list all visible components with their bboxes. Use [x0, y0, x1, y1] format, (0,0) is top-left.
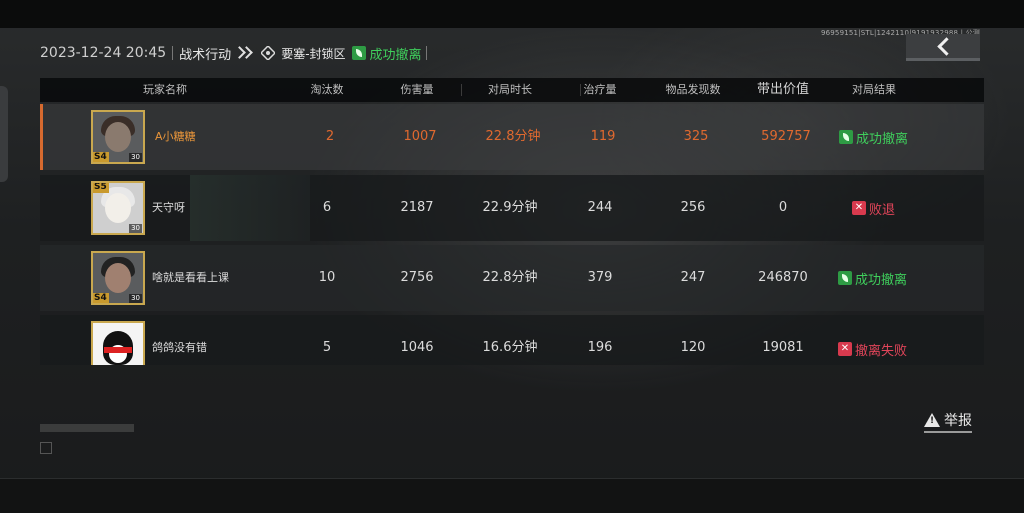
- duration-value: 16.6分钟: [482, 340, 538, 355]
- player-avatar[interactable]: [91, 321, 145, 365]
- col-kills: 淘汰数: [310, 83, 344, 96]
- match-mode: 战术行动: [179, 47, 232, 63]
- result-label: 成功撤离: [856, 131, 909, 147]
- kills-value: 10: [318, 270, 336, 285]
- arrow-left-icon: [936, 36, 956, 56]
- items-found-value: 256: [680, 200, 706, 215]
- kills-value: 6: [322, 200, 332, 215]
- duration-value: 22.9分钟: [482, 200, 538, 215]
- carry-value: 592757: [761, 129, 811, 144]
- player-name: 啥就是看看上课: [152, 271, 229, 284]
- warning-icon: !: [924, 413, 940, 427]
- divider: [425, 46, 427, 60]
- result-badge: ✕ 败退: [852, 199, 896, 218]
- report-label: 举报: [944, 413, 972, 429]
- carry-value: 0: [778, 200, 788, 215]
- col-result: 对局结果: [852, 83, 896, 96]
- level-badge: 30: [129, 153, 142, 162]
- level-badge: 30: [129, 294, 142, 303]
- player-avatar[interactable]: S4 30: [91, 110, 145, 164]
- damage-value: 2756: [400, 270, 434, 285]
- carry-value: 246870: [758, 270, 808, 285]
- level-badge: 30: [129, 224, 142, 233]
- items-found-value: 247: [680, 270, 706, 285]
- col-items-found: 物品发现数: [665, 83, 721, 96]
- duration-value: 22.8分钟: [485, 129, 541, 144]
- healing-value: 196: [587, 340, 613, 355]
- healing-value: 119: [590, 129, 616, 144]
- player-name: 天守呀: [152, 201, 185, 214]
- match-outcome-label: 成功撤离: [369, 47, 422, 63]
- player-name: A小糖糖: [155, 130, 196, 143]
- rank-badge: S4: [93, 293, 109, 303]
- items-found-value: 325: [683, 129, 709, 144]
- faint-checkbox: [40, 442, 52, 454]
- kills-value: 2: [325, 129, 335, 144]
- fail-icon: ✕: [838, 342, 852, 356]
- divider: [461, 84, 462, 96]
- match-header: 2023-12-24 20:45 战术行动 要塞-封锁区 成功撤离: [40, 40, 433, 66]
- col-carry-value: 带出价值: [756, 82, 809, 97]
- bottom-band: [0, 478, 1024, 513]
- damage-value: 1007: [403, 129, 437, 144]
- extract-icon: [351, 46, 366, 60]
- table-header: 玩家名称 淘汰数 伤害量 对局时长 治疗量 物品发现数 带出价值 对局结果: [40, 78, 984, 102]
- report-button[interactable]: ! 举报: [924, 410, 972, 433]
- player-avatar[interactable]: S4 30: [91, 251, 145, 305]
- top-band: [0, 0, 1024, 28]
- col-player-name: 玩家名称: [143, 83, 187, 96]
- carry-value: 19081: [762, 340, 804, 355]
- map-name: 要塞-封锁区: [281, 46, 346, 61]
- player-row[interactable]: 鸽鸽没有错 5 1046 16.6分钟 196 120 19081 ✕ 撤离失败: [40, 315, 984, 365]
- player-name: 鸽鸽没有错: [152, 341, 207, 354]
- season-banner-deco: [190, 175, 310, 241]
- result-badge: 成功撤离: [838, 269, 908, 288]
- rank-badge: S4: [93, 152, 109, 162]
- player-avatar[interactable]: S5 30: [91, 181, 145, 235]
- back-button[interactable]: [906, 34, 980, 61]
- result-label: 成功撤离: [855, 272, 908, 288]
- result-label: 撤离失败: [855, 343, 908, 359]
- healing-value: 244: [587, 200, 613, 215]
- result-label: 败退: [869, 202, 896, 218]
- player-row[interactable]: S4 30 啥就是看看上课 10 2756 22.8分钟 379 247 246…: [40, 245, 984, 311]
- match-datetime: 2023-12-24 20:45: [40, 45, 167, 61]
- faint-bar-deco: [40, 424, 134, 432]
- fail-icon: ✕: [852, 201, 866, 215]
- extract-icon: [839, 130, 853, 144]
- divider: [172, 46, 174, 60]
- player-row[interactable]: S4 30 A小糖糖 2 1007 22.8分钟 119 325 592757 …: [40, 104, 984, 170]
- rank-badge: S5: [93, 182, 109, 193]
- items-found-value: 120: [680, 340, 706, 355]
- col-healing: 治疗量: [583, 83, 617, 96]
- duration-value: 22.8分钟: [482, 270, 538, 285]
- extract-icon: [838, 271, 852, 285]
- double-chevron-icon: [231, 45, 254, 61]
- map-diamond-icon: [261, 46, 276, 60]
- result-badge: ✕ 撤离失败: [838, 340, 908, 359]
- match-outcome-badge: 成功撤离: [351, 44, 433, 63]
- col-duration: 对局时长: [488, 83, 532, 96]
- side-drawer-handle[interactable]: [0, 86, 8, 182]
- kills-value: 5: [322, 340, 332, 355]
- damage-value: 2187: [400, 200, 434, 215]
- result-badge: 成功撤离: [839, 128, 909, 147]
- damage-value: 1046: [400, 340, 434, 355]
- healing-value: 379: [587, 270, 613, 285]
- col-damage: 伤害量: [400, 83, 434, 96]
- player-row[interactable]: S5 30 天守呀 6 2187 22.9分钟 244 256 0 ✕ 败退: [40, 175, 984, 241]
